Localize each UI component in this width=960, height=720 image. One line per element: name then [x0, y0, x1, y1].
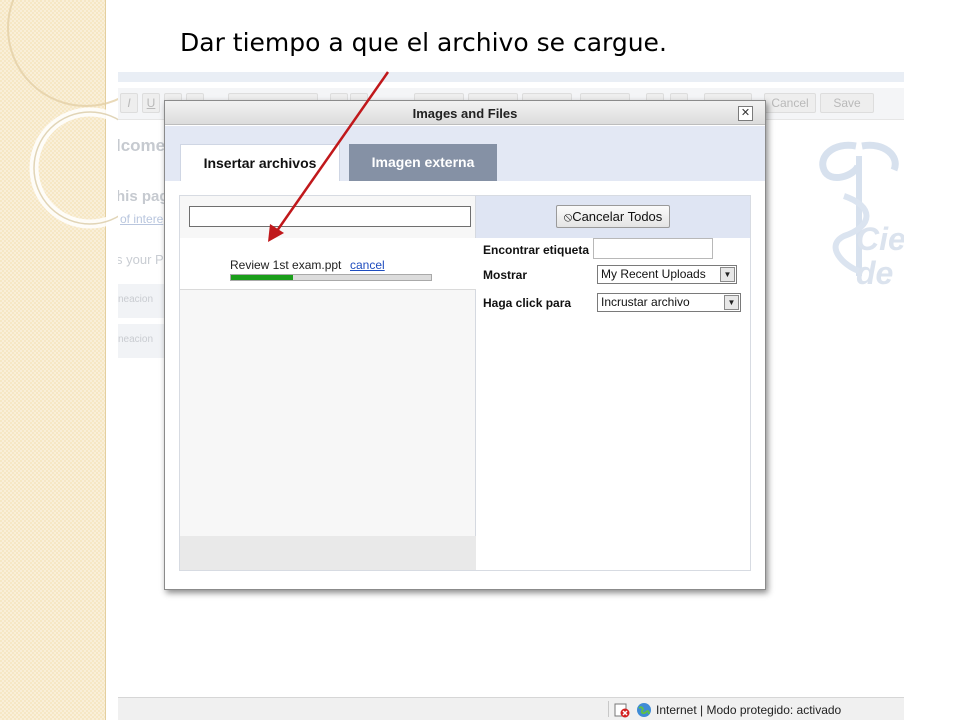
background-text: s your P — [118, 252, 164, 267]
italic-button[interactable]: I — [120, 93, 138, 113]
background-tab-strip — [118, 72, 904, 82]
show-select-value: My Recent Uploads — [601, 267, 706, 281]
search-input[interactable] — [189, 206, 471, 227]
upload-list-pane: Review 1st exam.ppt cancel — [180, 196, 476, 570]
background-list-item[interactable]: neacion — [118, 324, 166, 358]
background-link[interactable]: of intere — [120, 212, 163, 226]
status-divider — [608, 701, 609, 717]
upload-file-name: Review 1st exam.ppt — [230, 258, 342, 272]
dialog-header[interactable]: Images and Files ✕ — [165, 101, 765, 125]
background-list-item[interactable]: neacion — [118, 284, 166, 318]
upload-progress-bar — [230, 274, 432, 281]
show-label: Mostrar — [483, 268, 528, 282]
cancel-all-label: Cancelar Todos — [572, 209, 663, 224]
status-text: Internet | Modo protegido: activado — [656, 703, 842, 717]
cancel-all-button[interactable]: ⦸Cancelar Todos — [556, 205, 670, 228]
close-button[interactable]: ✕ — [738, 106, 753, 121]
background-logo-line: Cie — [856, 221, 904, 257]
tag-label: Encontrar etiqueta — [483, 243, 590, 257]
chevron-down-icon[interactable]: ▼ — [720, 267, 735, 282]
save-button[interactable]: Save — [820, 93, 874, 113]
globe-icon — [637, 703, 651, 717]
tag-input[interactable] — [593, 238, 713, 259]
background-welcome-heading: lcome — [118, 136, 166, 155]
dialog-title: Images and Files — [412, 106, 518, 121]
show-select[interactable]: My Recent Uploads ▼ — [597, 265, 737, 284]
cancel-upload-link[interactable]: cancel — [350, 258, 385, 272]
tab-imagen-externa[interactable]: Imagen externa — [349, 144, 497, 181]
security-error-icon[interactable] — [614, 702, 630, 718]
dialog-content: Review 1st exam.ppt cancel ⦸Cancelar Tod… — [179, 195, 751, 571]
click-action-value: Incrustar archivo — [601, 295, 690, 309]
cancel-circle-icon: ⦸ — [563, 209, 573, 224]
background-logo-line: de — [856, 255, 894, 291]
slide-title: Dar tiempo a que el archivo se cargue. — [180, 28, 667, 57]
background-section-heading: his pag — [118, 188, 169, 205]
images-and-files-dialog: Images and Files ✕ Insertar archivos Ima… — [164, 100, 766, 590]
upload-item: Review 1st exam.ppt cancel — [180, 238, 476, 290]
browser-status-bar: Internet | Modo protegido: activado — [118, 697, 904, 720]
click-action-select[interactable]: Incrustar archivo ▼ — [597, 293, 741, 312]
underline-button[interactable]: U — [142, 93, 160, 113]
chevron-down-icon[interactable]: ▼ — [724, 295, 739, 310]
tab-insertar-archivos[interactable]: Insertar archivos — [180, 144, 340, 181]
upload-progress-fill — [231, 275, 293, 280]
upload-pane-footer — [180, 536, 476, 570]
background-logo-text: Cie de — [856, 222, 904, 290]
file-options-pane: Encontrar etiqueta Mostrar My Recent Upl… — [477, 238, 750, 570]
click-label: Haga click para — [483, 296, 572, 310]
cancel-button[interactable]: Cancel — [764, 93, 816, 113]
tab-bar: Insertar archivos Imagen externa — [165, 126, 765, 181]
